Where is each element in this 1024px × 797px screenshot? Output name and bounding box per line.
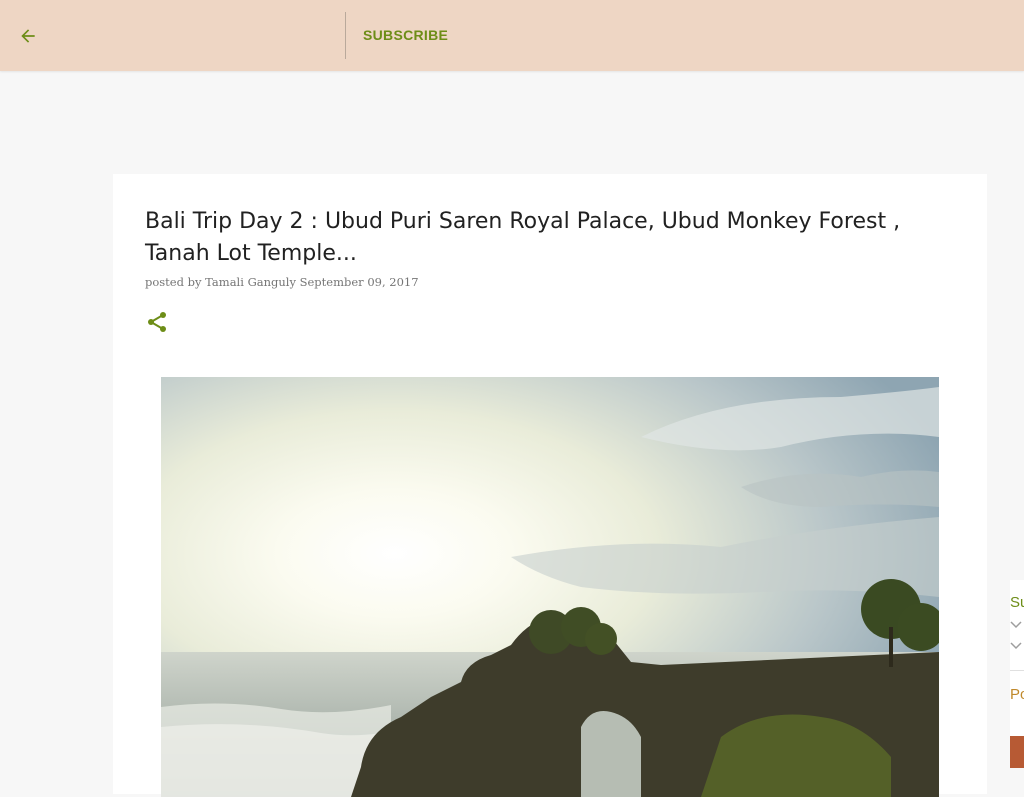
subscribe-button[interactable]: SUBSCRIBE: [363, 27, 448, 43]
sidebar-peek: Su Po: [1010, 580, 1024, 768]
author-link[interactable]: Tamali Ganguly: [205, 275, 296, 289]
chevron-down-icon[interactable]: [1010, 620, 1022, 630]
post-title: Bali Trip Day 2 : Ubud Puri Saren Royal …: [145, 209, 901, 266]
post-byline: posted by Tamali Ganguly September 09, 2…: [145, 275, 419, 289]
chevron-down-icon[interactable]: [1010, 641, 1022, 651]
sidebar-widget-title: Su: [1010, 594, 1024, 611]
share-button[interactable]: [145, 310, 169, 334]
header-divider: [345, 12, 346, 59]
sidebar-widget-title: Po: [1010, 686, 1024, 703]
arrow-left-icon: [21, 29, 35, 43]
post-image[interactable]: [161, 377, 939, 797]
back-button[interactable]: [14, 22, 42, 50]
byline-prefix: posted by: [145, 275, 202, 289]
top-bar: SUBSCRIBE: [0, 0, 1024, 71]
share-icon: [148, 312, 166, 332]
post-date[interactable]: September 09, 2017: [300, 275, 419, 289]
tanah-lot-sunset-photo: [161, 377, 939, 797]
sidebar-thumbnail[interactable]: [1010, 736, 1024, 768]
sidebar-divider: [1010, 670, 1024, 671]
post-card: Bali Trip Day 2 : Ubud Puri Saren Royal …: [113, 174, 987, 797]
